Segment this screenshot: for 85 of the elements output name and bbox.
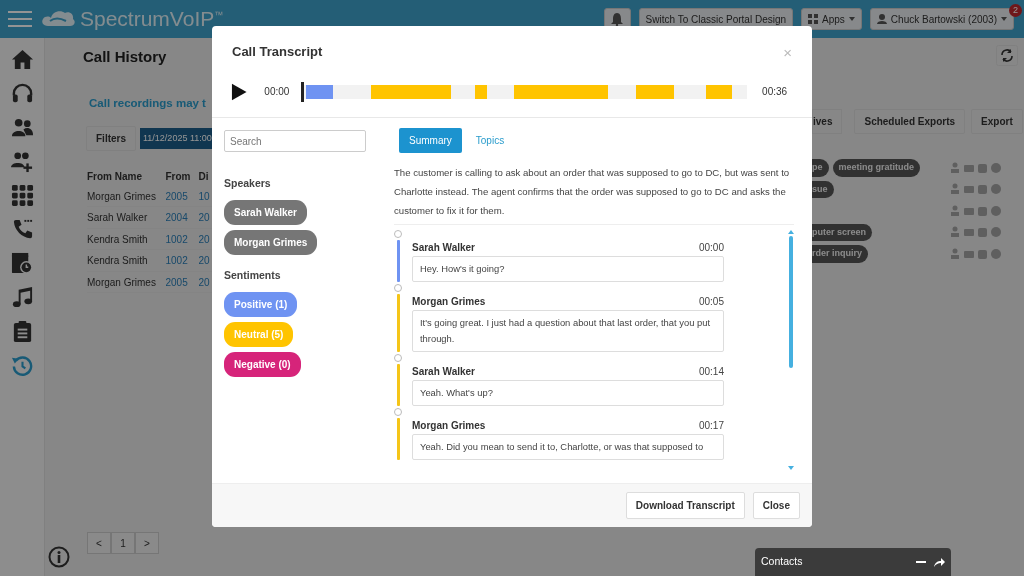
extension-link[interactable]: 2005 bbox=[165, 188, 199, 204]
footer-button[interactable]: Close bbox=[752, 492, 800, 519]
minimize-icon[interactable] bbox=[916, 560, 926, 564]
table-cell-text: Sarah Walker bbox=[87, 211, 149, 225]
caret-icon bbox=[848, 17, 855, 21]
notice-text: Call recordings may t bbox=[89, 95, 207, 111]
toolbar-button[interactable]: Export bbox=[971, 108, 1023, 134]
topic-tag: meeting gratitude bbox=[832, 159, 921, 177]
column-header: Di bbox=[198, 169, 210, 183]
transcript-text: Yeah. Did you mean to send it to, Charlotte, or was that supposed to bbox=[412, 434, 724, 460]
info-icon[interactable] bbox=[48, 546, 70, 568]
music-icon[interactable] bbox=[10, 286, 34, 309]
headset-icon[interactable] bbox=[10, 82, 34, 105]
transcript-text: Hey. How's it going? bbox=[412, 256, 724, 282]
table-cell-text: 20 bbox=[198, 275, 211, 290]
dialog-title: Call Transcript bbox=[232, 43, 323, 62]
topic-tag: sue bbox=[812, 180, 834, 198]
extension-link[interactable]: 2004 bbox=[165, 210, 199, 225]
current-time: 00:00 bbox=[263, 85, 291, 99]
timestamp: 00:05 bbox=[698, 295, 724, 309]
date-filter-chip[interactable]: 11/12/2025 11:00 bbox=[140, 127, 214, 149]
timestamp: 00:17 bbox=[698, 419, 724, 433]
caret-icon bbox=[1001, 17, 1007, 21]
page-title: Call History bbox=[83, 47, 168, 67]
page-button[interactable]: < bbox=[87, 532, 111, 554]
user-menu-button[interactable]: Chuck Bartowski (2003) bbox=[869, 8, 1014, 30]
calendar-icon[interactable] bbox=[10, 252, 34, 275]
table-cell-text: 10 bbox=[198, 189, 211, 204]
transcript-text: It's going great. I just had a question about that last order, that you put through. bbox=[412, 310, 724, 352]
extension-link[interactable]: 2005 bbox=[165, 274, 199, 290]
scrollbar[interactable] bbox=[787, 230, 794, 470]
page-button[interactable]: > bbox=[135, 532, 159, 554]
users-icon[interactable] bbox=[10, 116, 34, 139]
table-cell-text: Morgan Grimes bbox=[87, 275, 157, 290]
playhead[interactable] bbox=[301, 81, 305, 102]
speaker-pill[interactable]: Morgan Grimes bbox=[224, 229, 318, 255]
contacts-bar[interactable]: Contacts bbox=[755, 548, 951, 576]
grid-icon[interactable] bbox=[10, 184, 34, 207]
timestamp: 00:00 bbox=[698, 241, 724, 255]
speaker-name: Morgan Grimes bbox=[412, 295, 486, 309]
sentiment-pill[interactable]: Negative (0) bbox=[224, 351, 301, 377]
tab[interactable]: Summary bbox=[399, 128, 462, 153]
table-cell-text: Kendra Smith bbox=[87, 232, 149, 247]
toolbar-button[interactable]: ives bbox=[812, 108, 843, 134]
share-arrow-icon[interactable] bbox=[934, 557, 945, 567]
add-user-icon[interactable] bbox=[10, 150, 34, 173]
refresh-button[interactable] bbox=[996, 45, 1018, 66]
table-cell-text: 20 bbox=[198, 211, 211, 225]
extension-link[interactable]: 1002 bbox=[165, 253, 199, 268]
table-cell-text: 20 bbox=[198, 232, 211, 247]
section-heading: Speakers bbox=[224, 176, 272, 191]
sentiment-pill[interactable]: Positive (1) bbox=[224, 291, 298, 317]
page-button[interactable]: 1 bbox=[111, 532, 135, 554]
column-header: From Name bbox=[87, 169, 143, 183]
speaker-name: Morgan Grimes bbox=[412, 419, 486, 433]
duration-time: 00:36 bbox=[761, 85, 789, 99]
bell-icon bbox=[611, 12, 624, 26]
filters-button[interactable]: Filters bbox=[86, 125, 136, 151]
tab[interactable]: Topics bbox=[465, 128, 515, 153]
user-icon bbox=[876, 14, 887, 24]
speaker-name: Sarah Walker bbox=[412, 365, 475, 379]
play-icon[interactable] bbox=[231, 81, 248, 102]
topic-tag: rder inquiry bbox=[812, 245, 868, 263]
contacts-title: Contacts bbox=[761, 554, 804, 570]
column-header: From bbox=[165, 169, 192, 183]
transcript-text: Yeah. What's up? bbox=[412, 380, 724, 406]
logo-text: SpectrumVoIP$^{™}$ bbox=[80, 6, 224, 33]
speaker-pill[interactable]: Sarah Walker bbox=[224, 199, 307, 225]
section-heading: Sentiments bbox=[224, 267, 282, 283]
grid-icon bbox=[808, 14, 819, 24]
table-cell-text: Morgan Grimes bbox=[87, 189, 157, 204]
timestamp: 00:14 bbox=[698, 365, 724, 379]
home-icon[interactable] bbox=[10, 48, 34, 71]
speaker-name: Sarah Walker bbox=[412, 241, 475, 255]
notification-badge: 2 bbox=[1009, 4, 1022, 17]
table-cell-text: 20 bbox=[198, 254, 211, 268]
apps-button[interactable]: Apps bbox=[801, 8, 862, 30]
summary-text: The customer is calling to ask about an order that was supposed to go to DC, but was sent to Charlotte instead. The agent confirms that the order was supposed to go to DC and asks the customer to fix it for them. bbox=[394, 166, 791, 218]
table-cell-text: Kendra Smith bbox=[87, 254, 149, 268]
topic-tag: puter screen bbox=[812, 223, 873, 241]
extension-link[interactable]: 1002 bbox=[165, 231, 199, 247]
toolbar-button[interactable]: Scheduled Exports bbox=[854, 108, 966, 134]
topic-tag: pe bbox=[812, 159, 829, 177]
footer-button[interactable]: Download Transcript bbox=[625, 492, 745, 519]
search-field[interactable]: Search bbox=[224, 130, 366, 152]
